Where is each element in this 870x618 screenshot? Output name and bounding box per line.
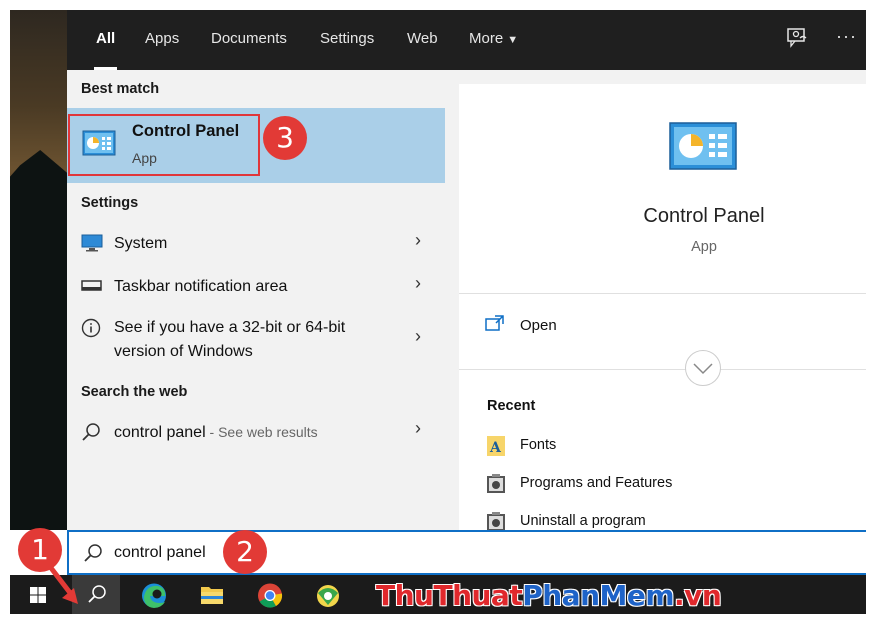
- search-tab-bar: All Apps Documents Settings Web More ▼ ··…: [67, 10, 866, 70]
- tab-more-label: More: [469, 30, 504, 47]
- watermark-part3: .vn: [674, 579, 722, 612]
- feedback-icon[interactable]: [785, 26, 811, 52]
- taskbar-icon: [81, 277, 103, 300]
- web-result-text: control panel - See web results: [114, 420, 318, 445]
- arrow-pointer-icon: [44, 560, 84, 613]
- chevron-right-icon: ›: [415, 273, 421, 293]
- highlight-box: [68, 114, 260, 176]
- search-icon: [81, 422, 101, 447]
- settings-item-system[interactable]: System ›: [67, 230, 445, 266]
- fonts-icon: A: [487, 436, 505, 460]
- frame-edge: [0, 0, 10, 618]
- settings-item-windows-version[interactable]: See if you have a 32-bit or 64-bit versi…: [67, 316, 445, 366]
- recent-item-label: Fonts: [520, 437, 557, 453]
- tab-settings[interactable]: Settings: [320, 10, 374, 70]
- settings-item-label: Taskbar notification area: [114, 278, 288, 295]
- wallpaper-hill: [0, 150, 67, 530]
- programs-icon: [487, 474, 505, 498]
- settings-item-label-line2: version of Windows: [114, 343, 253, 360]
- recent-item-label: Programs and Features: [520, 475, 673, 491]
- search-web-heading: Search the web: [81, 384, 188, 400]
- best-match-heading: Best match: [81, 81, 160, 97]
- search-input[interactable]: control panel: [114, 544, 206, 562]
- watermark: ThuThuatPhanMem.vn: [376, 579, 722, 612]
- settings-heading: Settings: [81, 195, 139, 211]
- web-query: control panel: [114, 424, 206, 441]
- web-search-result[interactable]: control panel - See web results ›: [67, 418, 445, 456]
- chevron-right-icon: ›: [415, 418, 421, 438]
- results-pane: Best match Control Panel App 3 Settings …: [67, 70, 445, 530]
- file-explorer-icon[interactable]: [188, 575, 236, 616]
- step-badge-2: 2: [223, 530, 267, 574]
- open-icon: [485, 315, 505, 337]
- preview-title: Control Panel: [643, 205, 765, 227]
- expand-button[interactable]: [685, 350, 721, 386]
- tab-web[interactable]: Web: [407, 10, 438, 70]
- settings-item-label-line1: See if you have a 32-bit or 64-bit: [114, 319, 346, 336]
- monitor-icon: [81, 234, 103, 257]
- recent-item-label: Uninstall a program: [520, 513, 646, 529]
- chevron-right-icon: ›: [415, 326, 421, 346]
- settings-item-label: See if you have a 32-bit or 64-bit versi…: [114, 316, 345, 364]
- divider: [459, 369, 866, 370]
- settings-item-taskbar[interactable]: Taskbar notification area ›: [67, 273, 445, 309]
- web-suffix: - See web results: [205, 424, 318, 440]
- best-match-result[interactable]: Control Panel App: [67, 108, 445, 183]
- watermark-part2: PhanMem: [522, 579, 675, 612]
- open-label: Open: [520, 317, 557, 334]
- tab-all[interactable]: All: [93, 10, 118, 70]
- tab-documents[interactable]: Documents: [211, 10, 287, 70]
- more-options-icon[interactable]: ···: [836, 26, 857, 47]
- chevron-down-icon: [693, 363, 713, 375]
- control-panel-large-icon: [669, 122, 737, 175]
- step-badge-3: 3: [263, 116, 307, 160]
- desktop-wallpaper: [0, 0, 67, 530]
- app-icon[interactable]: [304, 575, 352, 616]
- divider: [459, 293, 866, 294]
- svg-text:A: A: [489, 440, 502, 456]
- frame-edge: [0, 0, 870, 10]
- tab-more[interactable]: More ▼: [469, 10, 518, 70]
- edge-icon[interactable]: [130, 575, 178, 616]
- search-icon: [83, 543, 103, 568]
- preview-subtitle: App: [691, 239, 717, 255]
- caret-down-icon: ▼: [507, 34, 519, 46]
- chrome-icon[interactable]: [246, 575, 294, 616]
- taskbar: ThuThuatPhanMem.vn: [10, 575, 866, 616]
- search-box[interactable]: control panel: [67, 530, 870, 575]
- frame-edge: [866, 0, 870, 618]
- chevron-right-icon: ›: [415, 230, 421, 250]
- preview-pane: Control Panel App Open Recent A Fonts Pr…: [459, 84, 866, 531]
- info-icon: [81, 318, 101, 343]
- frame-edge: [0, 614, 870, 618]
- watermark-part1: ThuThuat: [376, 579, 523, 612]
- settings-item-label: System: [114, 235, 168, 252]
- recent-heading: Recent: [487, 398, 536, 414]
- tab-apps[interactable]: Apps: [145, 10, 179, 70]
